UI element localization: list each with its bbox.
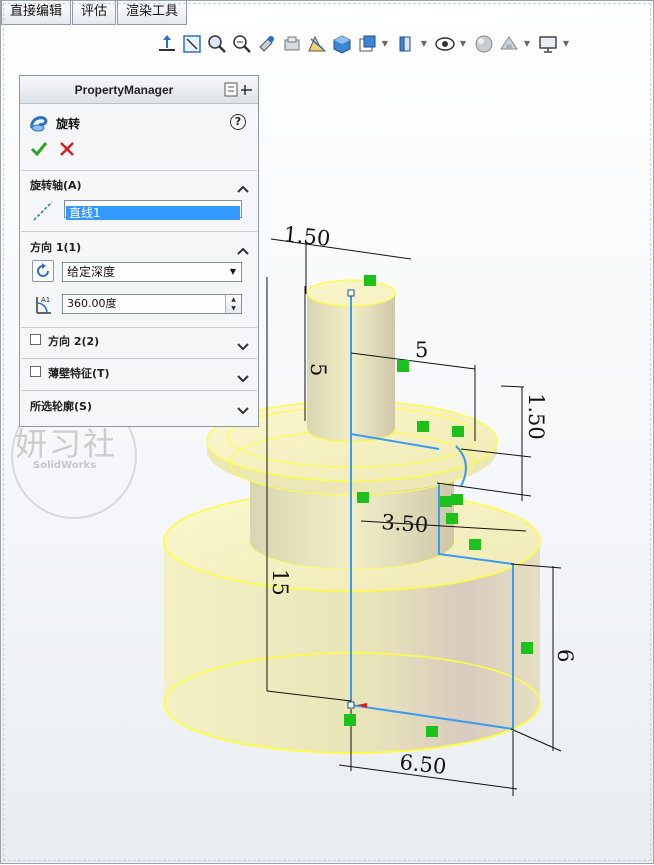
chevron-down-icon[interactable] [236, 336, 250, 351]
revolve-icon [28, 112, 50, 134]
feature-row: 旋转 ? [28, 112, 250, 134]
thin-feature-checkbox[interactable] [30, 366, 41, 377]
dropdown-arrow-icon[interactable]: ▼ [459, 33, 467, 55]
axis-selection-field[interactable]: 直线1 [64, 200, 242, 220]
axis-value: 直线1 [66, 206, 240, 220]
dim-top-height: 5 [306, 363, 330, 376]
dim-top-width: 1.50 [282, 222, 331, 251]
relation-markers[interactable] [344, 275, 533, 737]
zoom-in-out-icon[interactable] [231, 33, 253, 55]
section-axis-title[interactable]: 旋转轴(A) [30, 177, 82, 193]
feature-name: 旋转 [56, 117, 81, 131]
dim-total-height: 15 [268, 569, 292, 596]
display-style-icon[interactable] [356, 33, 378, 55]
end-condition-value: 给定深度 [67, 265, 116, 279]
section-view-icon[interactable] [306, 33, 328, 55]
solidworks-window: 直接编辑 评估 渲染工具 ▼ ▼ ▼ ▼ ▼ 1.50 5 5 1.50 3.5… [0, 0, 654, 864]
divider [21, 327, 257, 328]
sketch-point-origin[interactable] [347, 701, 355, 709]
divider [21, 170, 257, 171]
angle-icon: A1 [32, 294, 54, 316]
ok-button[interactable] [30, 140, 48, 158]
mid-neck[interactable] [250, 471, 454, 569]
pm-title: PropertyManager [74, 83, 174, 97]
chevron-down-icon[interactable] [236, 368, 250, 383]
zoom-to-area-icon[interactable] [206, 33, 228, 55]
zoom-to-fit-icon[interactable] [181, 33, 203, 55]
dim-top-offset: 5 [415, 338, 428, 362]
divider [21, 231, 257, 232]
tab-evaluate[interactable]: 评估 [72, 1, 117, 25]
dimension-labels[interactable]: 1.50 5 5 1.50 3.50 15 6 6.50 [268, 222, 577, 779]
divider [21, 390, 257, 391]
sketch-profile[interactable] [350, 293, 514, 731]
property-manager: PropertyManager 旋转 ? 旋转轴(A) 直线1 方向 1(1) [19, 75, 259, 427]
reverse-direction-button[interactable] [32, 260, 54, 282]
rotate-icon[interactable] [256, 33, 278, 55]
divider [21, 358, 257, 359]
heads-up-view-toolbar: ▼ ▼ ▼ ▼ ▼ [156, 33, 576, 55]
top-shaft[interactable] [306, 279, 396, 443]
dim-mid-width: 3.50 [381, 510, 429, 537]
pin-icon[interactable] [224, 82, 254, 98]
angle-input[interactable]: 360.00度 ▲ ▼ [62, 294, 242, 314]
edit-appearance-icon[interactable] [434, 33, 456, 55]
dim-base-height: 6 [553, 649, 577, 662]
section-direction1-title[interactable]: 方向 1(1) [30, 239, 81, 255]
dropdown-arrow-icon[interactable]: ▼ [523, 33, 531, 55]
section-direction2-title[interactable]: 方向 2(2) [48, 333, 99, 349]
pm-header: PropertyManager [20, 76, 258, 104]
view-settings-icon[interactable] [498, 33, 520, 55]
section-contours-title[interactable]: 所选轮廓(S) [30, 398, 92, 414]
dropdown-arrow-icon[interactable]: ▼ [381, 33, 389, 55]
chevron-up-icon[interactable] [236, 179, 250, 193]
spinner-icon[interactable]: ▲ ▼ [225, 295, 241, 313]
view-orientation-icon[interactable] [331, 33, 353, 55]
base-cylinder[interactable] [163, 490, 541, 754]
origin-marker [357, 703, 367, 708]
dropdown-arrow-icon[interactable]: ▼ [420, 33, 428, 55]
chevron-down-icon[interactable]: ▼ [225, 263, 241, 281]
tab-render-tools[interactable]: 渲染工具 [117, 1, 188, 25]
dimension-lines [266, 238, 562, 796]
direction2-checkbox[interactable] [30, 334, 41, 345]
end-condition-select[interactable]: 给定深度 ▼ [62, 262, 242, 282]
svg-text:A1: A1 [41, 296, 50, 304]
command-tabs: 直接编辑 评估 渲染工具 [1, 1, 188, 27]
chevron-down-icon[interactable] [236, 400, 250, 415]
axis-line-icon [32, 200, 54, 222]
angle-value: 360.00度 [67, 297, 117, 310]
dim-base-radius: 6.50 [398, 750, 447, 779]
dropdown-arrow-icon[interactable]: ▼ [562, 33, 570, 55]
chevron-up-icon[interactable] [236, 241, 250, 255]
tab-direct-edit[interactable]: 直接编辑 [1, 1, 72, 25]
monitor-icon[interactable] [537, 33, 559, 55]
section-thin-title[interactable]: 薄壁特征(T) [48, 365, 110, 381]
apply-scene-icon[interactable] [473, 33, 495, 55]
normal-to-icon[interactable] [156, 33, 178, 55]
sketch-point-top[interactable] [347, 289, 355, 297]
hide-show-icon[interactable] [395, 33, 417, 55]
watermark-sub: SolidWorks [33, 460, 97, 471]
pan-icon[interactable] [281, 33, 303, 55]
help-icon[interactable]: ? [230, 114, 246, 130]
cancel-button[interactable] [58, 140, 76, 158]
dim-flange-height: 1.50 [524, 393, 548, 440]
